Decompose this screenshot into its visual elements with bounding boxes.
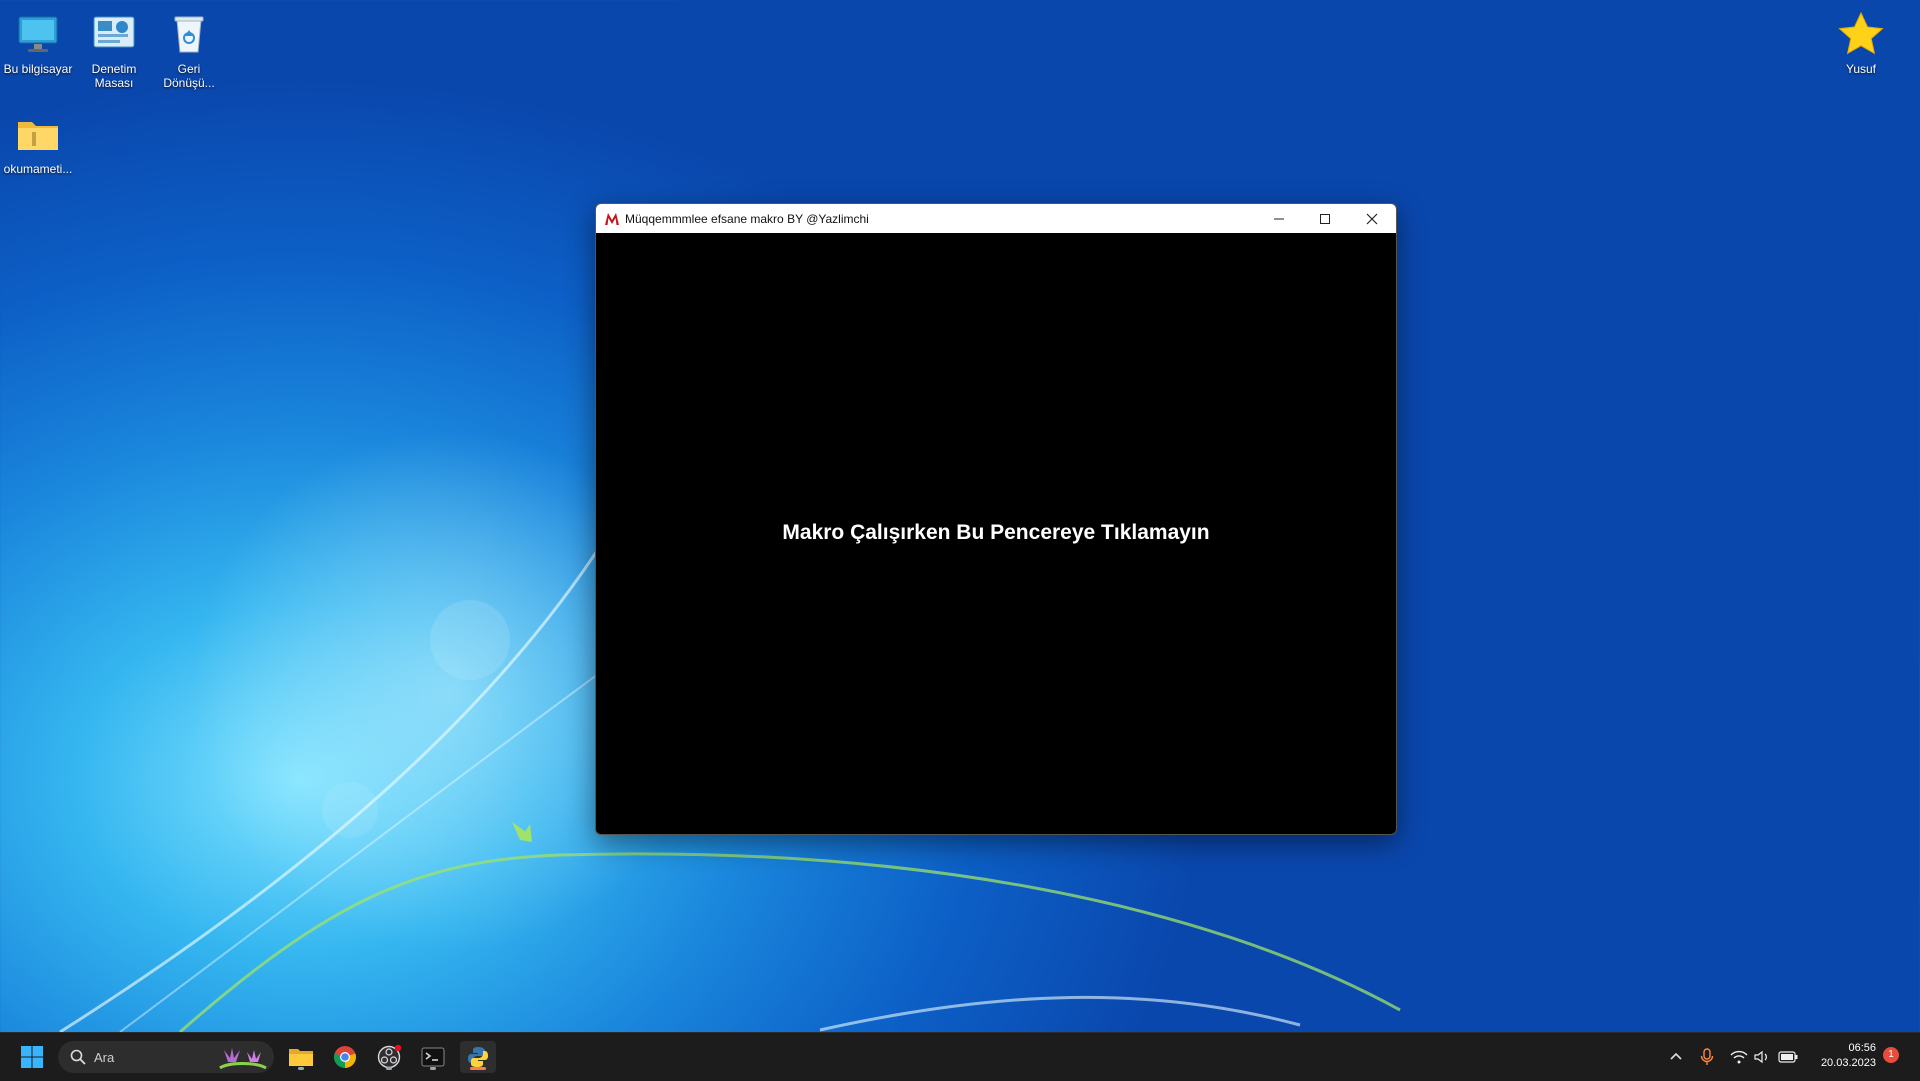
star-icon [1837, 10, 1885, 58]
wifi-icon[interactable] [1730, 1050, 1748, 1064]
desktop-icon-label: okumameti... [3, 162, 73, 176]
terminal-icon [421, 1047, 445, 1067]
microphone-icon[interactable] [1700, 1048, 1714, 1066]
clock-date: 20.03.2023 [1820, 1057, 1876, 1069]
desktop-icon-this-pc[interactable]: Bu bilgisayar [0, 4, 76, 76]
title-bar[interactable]: Müqqemmmlee efsane makro BY @Yazlimchi [596, 204, 1396, 233]
taskbar-chrome[interactable] [329, 1041, 361, 1073]
taskbar-file-explorer[interactable] [285, 1041, 317, 1073]
search-box[interactable]: Ara [58, 1041, 274, 1073]
notification-badge[interactable]: 1 [1883, 1047, 1899, 1063]
desktop-icon-recycle-bin[interactable]: Geri Dönüşü... [151, 4, 227, 90]
warning-message: Makro Çalışırken Bu Pencereye Tıklamayın [782, 521, 1210, 544]
close-icon [1366, 213, 1378, 224]
battery-icon[interactable] [1778, 1051, 1798, 1063]
close-button[interactable] [1348, 204, 1396, 233]
taskbar-python-app[interactable] [460, 1041, 496, 1073]
app-logo-icon [605, 212, 619, 225]
clock-time: 06:56 [1848, 1042, 1876, 1054]
system-tray [1668, 1033, 1798, 1081]
search-placeholder: Ara [94, 1049, 115, 1065]
window-content[interactable]: Makro Çalışırken Bu Pencereye Tıklamayın [596, 233, 1396, 834]
taskbar: Ara 06:56 20.03.2023 [0, 1032, 1920, 1081]
recycle-bin-icon [165, 10, 213, 58]
running-indicator [298, 1067, 304, 1070]
obs-icon [377, 1045, 401, 1069]
minimize-button[interactable] [1256, 204, 1302, 233]
desktop-icon-label: Yusuf [1845, 62, 1877, 76]
control-panel-icon [90, 10, 138, 58]
desktop-icon-folder[interactable]: okumameti... [0, 104, 76, 176]
desktop-icon-user[interactable]: Yusuf [1823, 4, 1899, 76]
taskbar-obs[interactable] [373, 1041, 405, 1073]
monitor-icon [14, 10, 62, 58]
python-icon [468, 1047, 488, 1067]
desktop-icon-control-panel[interactable]: Denetim Masası [76, 4, 152, 90]
taskbar-clock[interactable]: 06:56 20.03.2023 [1808, 1041, 1876, 1071]
desktop-icon-label: Geri Dönüşü... [163, 62, 215, 90]
chrome-icon [334, 1046, 356, 1068]
running-indicator [386, 1067, 392, 1070]
maximize-button[interactable] [1302, 204, 1348, 233]
zip-folder-icon [14, 110, 62, 158]
desktop-icon-label: Bu bilgisayar [3, 62, 73, 76]
start-button[interactable] [16, 1041, 48, 1073]
running-indicator [430, 1067, 436, 1070]
search-icon [70, 1049, 86, 1065]
active-indicator [470, 1067, 486, 1070]
volume-icon[interactable] [1754, 1050, 1770, 1064]
window-title: Müqqemmmlee efsane makro BY @Yazlimchi [625, 211, 869, 226]
macro-window[interactable]: Müqqemmmlee efsane makro BY @Yazlimchi M… [595, 203, 1397, 835]
search-highlight-flowers-icon [219, 1048, 267, 1070]
minimize-icon [1274, 218, 1284, 219]
taskbar-terminal[interactable] [417, 1041, 449, 1073]
file-explorer-icon [289, 1049, 313, 1066]
show-hidden-icons-chevron-icon[interactable] [1668, 1049, 1684, 1065]
desktop-icon-label: Denetim Masası [91, 62, 137, 90]
maximize-icon [1320, 213, 1330, 224]
start-icon [21, 1046, 43, 1068]
